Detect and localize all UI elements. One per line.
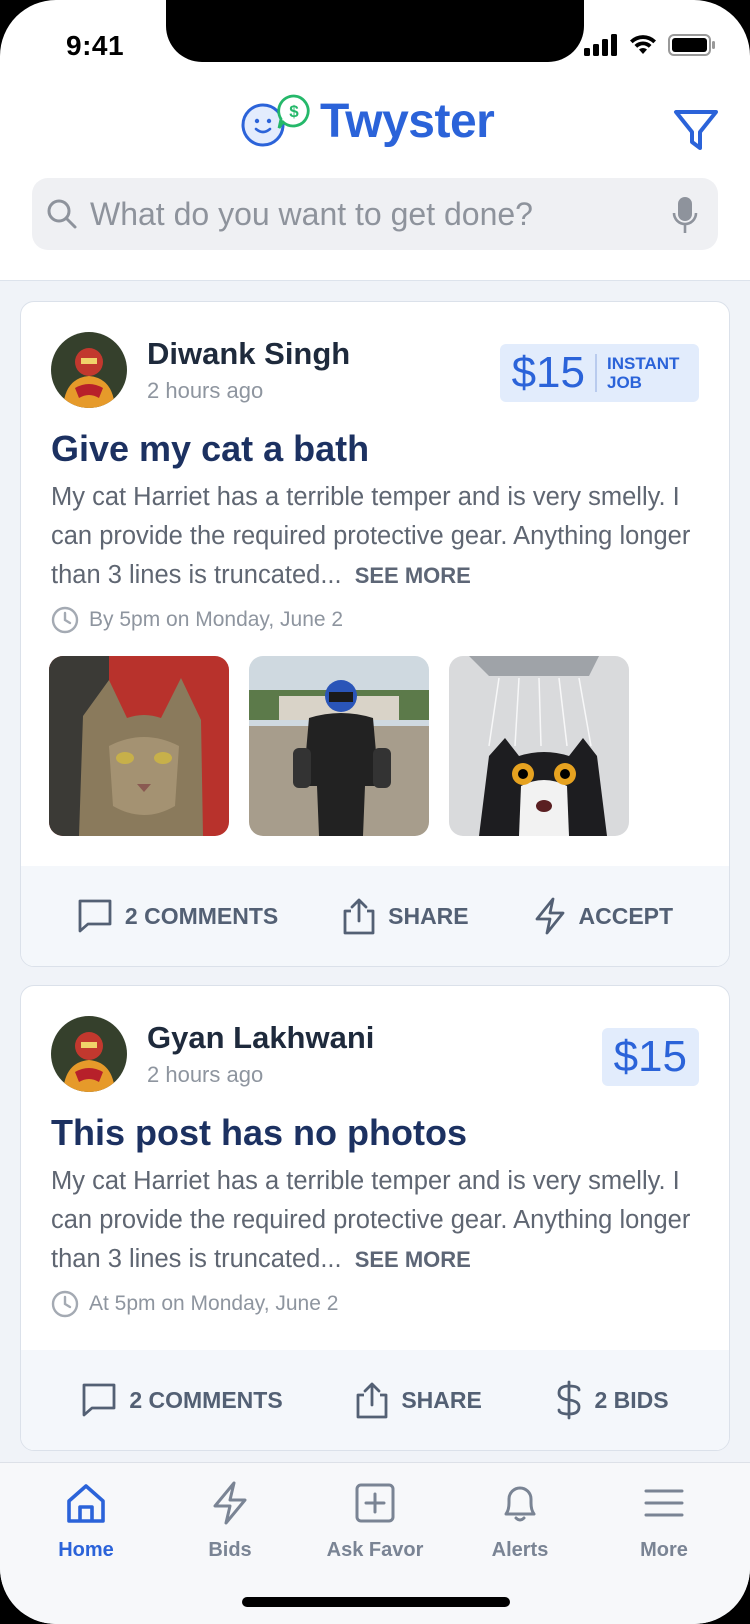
tab-ask-favor[interactable]: Ask Favor <box>305 1481 445 1562</box>
battery-icon <box>668 34 715 56</box>
accept-button[interactable]: ACCEPT <box>533 897 674 935</box>
share-icon <box>343 898 375 935</box>
app-name: Twyster <box>320 94 495 148</box>
author-name[interactable]: Gyan Lakhwani <box>147 1020 374 1056</box>
post-time: 2 hours ago <box>147 1062 264 1087</box>
see-more-link[interactable]: SEE MORE <box>355 1247 471 1272</box>
menu-icon <box>644 1489 684 1517</box>
comments-button[interactable]: 2 COMMENTS <box>77 898 278 934</box>
share-label: SHARE <box>401 1386 482 1413</box>
notch <box>166 0 584 62</box>
comments-label: 2 COMMENTS <box>129 1386 283 1413</box>
deadline-text: By 5pm on Monday, June 2 <box>89 608 344 631</box>
comment-icon <box>82 1383 116 1417</box>
author-name[interactable]: Diwank Singh <box>147 336 350 372</box>
bids-label: 2 BIDS <box>594 1386 669 1413</box>
share-button[interactable]: SHARE <box>342 897 469 935</box>
plus-square-icon <box>355 1483 395 1523</box>
share-icon <box>356 1382 388 1419</box>
dollar-icon <box>557 1380 580 1420</box>
app-logo: $ Twyster <box>238 92 495 150</box>
wifi-icon <box>630 35 656 54</box>
tab-alerts[interactable]: Alerts <box>450 1481 590 1562</box>
share-label: SHARE <box>388 902 469 929</box>
tab-label: Alerts <box>491 1539 549 1561</box>
microphone-icon[interactable] <box>672 196 698 234</box>
status-icons <box>584 34 716 56</box>
photo-cat[interactable] <box>49 656 229 836</box>
comment-icon <box>78 899 112 933</box>
search-bar[interactable] <box>32 178 718 250</box>
price-amount: $15 <box>613 1032 687 1081</box>
post-actions: 2 COMMENTS SHARE ACCEPT <box>21 866 729 966</box>
accept-label: ACCEPT <box>578 902 674 929</box>
home-indicator <box>242 1597 510 1607</box>
search-icon <box>47 199 77 229</box>
deadline: At 5pm on Monday, June 2 <box>51 1290 338 1318</box>
post-body: My cat Harriet has a terrible temper and… <box>51 1162 701 1279</box>
price-badge: $15 INSTANT JOB <box>499 344 699 402</box>
avatar[interactable] <box>51 1016 127 1092</box>
tab-more[interactable]: More <box>594 1481 734 1562</box>
post-title[interactable]: Give my cat a bath <box>51 428 369 470</box>
price-divider <box>595 354 597 392</box>
comments-label: 2 COMMENTS <box>124 902 279 929</box>
svg-text:$: $ <box>289 102 299 121</box>
post-time: 2 hours ago <box>147 378 264 403</box>
post-card[interactable]: Gyan Lakhwani 2 hours ago $15 This post … <box>20 985 730 1451</box>
tab-label: Ask Favor <box>326 1539 424 1561</box>
tab-label: Bids <box>208 1539 252 1561</box>
post-title[interactable]: This post has no photos <box>51 1112 467 1154</box>
phone-screen: 9:41 $ Twyster What do you want to get d… <box>0 0 750 1624</box>
photo-protective-gear[interactable] <box>249 656 429 836</box>
tab-bids[interactable]: Bids <box>160 1481 300 1562</box>
signal-icon <box>584 34 617 56</box>
feed: Diwank Singh 2 hours ago $15 INSTANT JOB… <box>0 280 750 1462</box>
status-time: 9:41 <box>66 30 125 61</box>
comments-button[interactable]: 2 COMMENTS <box>81 1382 283 1418</box>
price-amount: $15 <box>511 348 585 397</box>
tab-label: More <box>640 1539 688 1561</box>
search-input[interactable] <box>90 195 650 233</box>
twyster-logo-icon: $ <box>241 94 310 147</box>
photo-strip <box>49 656 629 836</box>
bell-icon <box>504 1486 536 1522</box>
bolt-icon <box>535 897 564 935</box>
photo-wet-cat[interactable] <box>449 656 629 836</box>
see-more-link[interactable]: SEE MORE <box>355 563 471 588</box>
instant-job-label: INSTANT JOB <box>607 354 680 392</box>
filter-icon[interactable] <box>672 106 720 154</box>
deadline-text: At 5pm on Monday, June 2 <box>89 1292 339 1315</box>
price-badge: $15 <box>601 1028 699 1086</box>
clock-icon <box>51 1290 79 1318</box>
post-body: My cat Harriet has a terrible temper and… <box>51 478 701 595</box>
avatar[interactable] <box>51 332 127 408</box>
bolt-icon <box>213 1481 247 1525</box>
tab-label: Home <box>58 1539 114 1561</box>
post-card[interactable]: Diwank Singh 2 hours ago $15 INSTANT JOB… <box>20 301 730 967</box>
clock-icon <box>51 606 79 634</box>
tab-home[interactable]: Home <box>16 1481 156 1562</box>
post-actions: 2 COMMENTS SHARE 2 BIDS <box>21 1350 729 1450</box>
deadline: By 5pm on Monday, June 2 <box>51 606 343 634</box>
share-button[interactable]: SHARE <box>355 1381 482 1419</box>
bids-button[interactable]: 2 BIDS <box>555 1380 669 1420</box>
home-icon <box>67 1484 105 1523</box>
